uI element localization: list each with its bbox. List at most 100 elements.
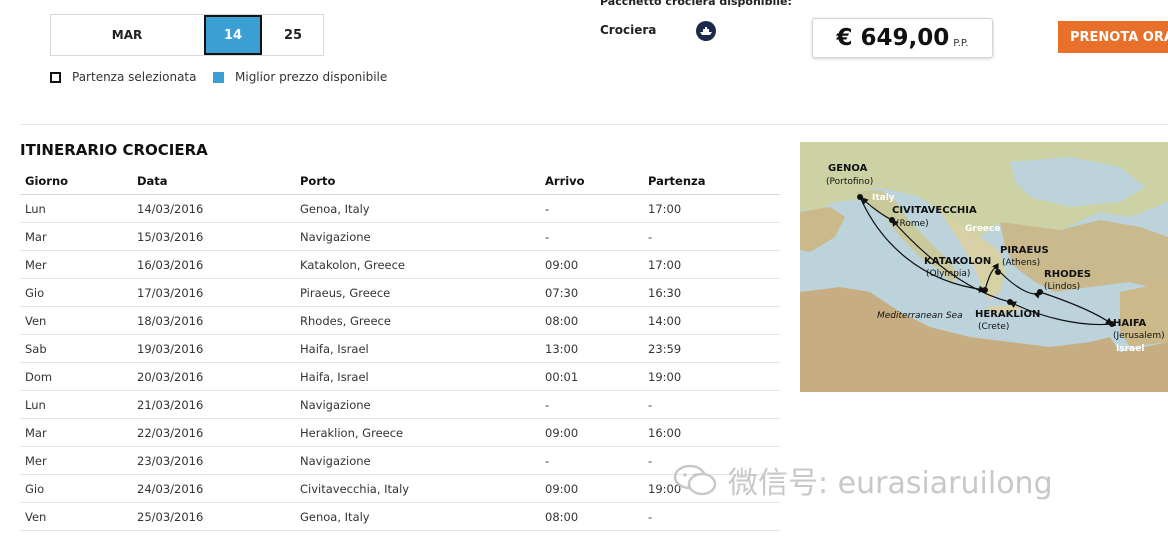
cell-port: Navigazione <box>295 390 540 419</box>
cell-departure: 16:00 <box>643 418 780 447</box>
cell-date: 16/03/2016 <box>132 250 295 279</box>
cell-day: Gio <box>20 278 132 307</box>
cell-day: Mar <box>20 222 132 251</box>
departure-date-selector: MAR 14 25 <box>50 14 324 56</box>
cell-arrival: 09:00 <box>540 474 643 503</box>
price-unit: P.P. <box>953 37 969 49</box>
map-port-piraeus: PIRAEUS <box>1000 245 1049 256</box>
header-date: Data <box>132 167 295 195</box>
table-row: Lun 21/03/2016 Navigazione - - <box>20 390 780 419</box>
cell-date: 15/03/2016 <box>132 222 295 251</box>
cell-departure: - <box>643 502 780 531</box>
map-port-katakolon-sub: (Olympia) <box>926 269 970 279</box>
package-title: Pacchetto crociera disponibile: <box>600 0 792 8</box>
book-now-button[interactable]: PRENOTA ORA <box>1058 21 1168 53</box>
cell-arrival: - <box>540 390 643 419</box>
cell-day: Sab <box>20 334 132 363</box>
map-country-greece: Greece <box>965 224 1000 234</box>
map-country-italy: Italy <box>872 193 895 203</box>
cell-departure: - <box>643 390 780 419</box>
cell-day: Mer <box>20 446 132 475</box>
divider <box>20 124 1168 125</box>
cell-day: Lun <box>20 194 132 223</box>
table-row: Mer 16/03/2016 Katakolon, Greece 09:00 17:00 <box>20 250 780 279</box>
map-country-israel: Israel <box>1116 344 1144 354</box>
map-port-rhodes-sub: (Lindos) <box>1044 282 1080 292</box>
map-sea-label: Mediterranean Sea <box>877 311 963 321</box>
price-amount: € 649,00 <box>836 25 950 51</box>
cell-port: Katakolon, Greece <box>295 250 540 279</box>
ship-icon <box>696 21 716 41</box>
cell-port: Civitavecchia, Italy <box>295 474 540 503</box>
cell-arrival: - <box>540 222 643 251</box>
cell-port: Genoa, Italy <box>295 194 540 223</box>
cell-date: 25/03/2016 <box>132 502 295 531</box>
cell-port: Piraeus, Greece <box>295 278 540 307</box>
table-row: Gio 17/03/2016 Piraeus, Greece 07:30 16:30 <box>20 278 780 307</box>
table-row: Lun 14/03/2016 Genoa, Italy -17:00 <box>20 194 780 223</box>
table-row: Mar 22/03/2016 Heraklion, Greece 09:00 16:00 <box>20 418 780 447</box>
price-box: € 649,00 P.P. <box>812 18 993 58</box>
table-row: Gio 24/03/2016 Civitavecchia, Italy 09:00 19… <box>20 474 780 503</box>
cell-port: Haifa, Israel <box>295 362 540 391</box>
map-port-heraklion: HERAKLION <box>975 309 1040 320</box>
cell-arrival: - <box>540 446 643 475</box>
map-port-genoa-sub: (Portofino) <box>826 177 873 187</box>
legend-best-price: Miglior prezzo disponibile <box>213 70 387 84</box>
cell-date: 23/03/2016 <box>132 446 295 475</box>
cell-arrival: 09:00 <box>540 250 643 279</box>
map-port-rhodes: RHODES <box>1044 269 1091 280</box>
cell-arrival: 07:30 <box>540 278 643 307</box>
map-port-haifa-sub: (Jerusalem) <box>1113 331 1165 341</box>
cell-departure: 17:00 <box>643 194 780 223</box>
cell-date: 14/03/2016 <box>132 194 295 223</box>
cell-departure: 23:59 <box>643 334 780 363</box>
map-port-piraeus-sub: (Athens) <box>1002 258 1040 268</box>
cell-port: Heraklion, Greece <box>295 418 540 447</box>
date-day-option[interactable]: 25 <box>263 15 323 55</box>
header-port: Porto <box>295 167 540 195</box>
cell-day: Ven <box>20 306 132 335</box>
cell-arrival: 09:00 <box>540 418 643 447</box>
cell-arrival: - <box>540 194 643 223</box>
map-port-heraklion-sub: (Crete) <box>978 322 1009 332</box>
cell-departure: 14:00 <box>643 306 780 335</box>
cell-date: 17/03/2016 <box>132 278 295 307</box>
table-row: Mer 23/03/2016 Navigazione - - <box>20 446 780 475</box>
table-row: Mar 15/03/2016 Navigazione - - <box>20 222 780 251</box>
cell-date: 22/03/2016 <box>132 418 295 447</box>
legend-selected-swatch <box>50 71 61 83</box>
cell-departure: 17:00 <box>643 250 780 279</box>
cell-port: Navigazione <box>295 446 540 475</box>
header-departure: Partenza <box>643 167 780 195</box>
cell-date: 18/03/2016 <box>132 306 295 335</box>
date-day-selected[interactable]: 14 <box>204 15 262 55</box>
table-row: Sab 19/03/2016 Haifa, Israel 13:00 23:59 <box>20 334 780 363</box>
date-month: MAR <box>111 28 143 42</box>
cell-day: Mer <box>20 250 132 279</box>
cell-port: Navigazione <box>295 222 540 251</box>
cell-day: Lun <box>20 390 132 419</box>
table-header-row: Giorno Data Porto Arrivo Partenza <box>20 167 780 195</box>
cell-day: Ven <box>20 502 132 531</box>
itinerary-rows: Lun 14/03/2016 Genoa, Italy -17:00 Mar 15/03/… <box>20 194 780 531</box>
itinerary-title: ITINERARIO CROCIERA <box>20 141 208 159</box>
cell-arrival: 08:00 <box>540 306 643 335</box>
cell-date: 19/03/2016 <box>132 334 295 363</box>
map-port-katakolon: KATAKOLON <box>924 256 991 267</box>
table-row: Dom 20/03/2016 Haifa, Israel 00:01 19:00 <box>20 362 780 391</box>
header-day: Giorno <box>20 167 132 195</box>
map-port-civitavecchia-sub: (Rome) <box>896 219 929 229</box>
cell-day: Mar <box>20 418 132 447</box>
cell-arrival: 13:00 <box>540 334 643 363</box>
cell-arrival: 08:00 <box>540 502 643 531</box>
cell-departure: 16:30 <box>643 278 780 307</box>
cruise-route-map: GENOA (Portofino) CIVITAVECCHIA (Rome) K… <box>800 142 1168 392</box>
table-row: Ven 18/03/2016 Rhodes, Greece 08:00 14:00 <box>20 306 780 335</box>
cell-date: 24/03/2016 <box>132 474 295 503</box>
wechat-icon <box>673 464 717 496</box>
cell-day: Dom <box>20 362 132 391</box>
table-row: Ven 25/03/2016 Genoa, Italy 08:00- <box>20 502 780 531</box>
itinerary-table: Giorno Data Porto Arrivo Partenza Lun 14/… <box>20 167 780 531</box>
cell-day: Gio <box>20 474 132 503</box>
